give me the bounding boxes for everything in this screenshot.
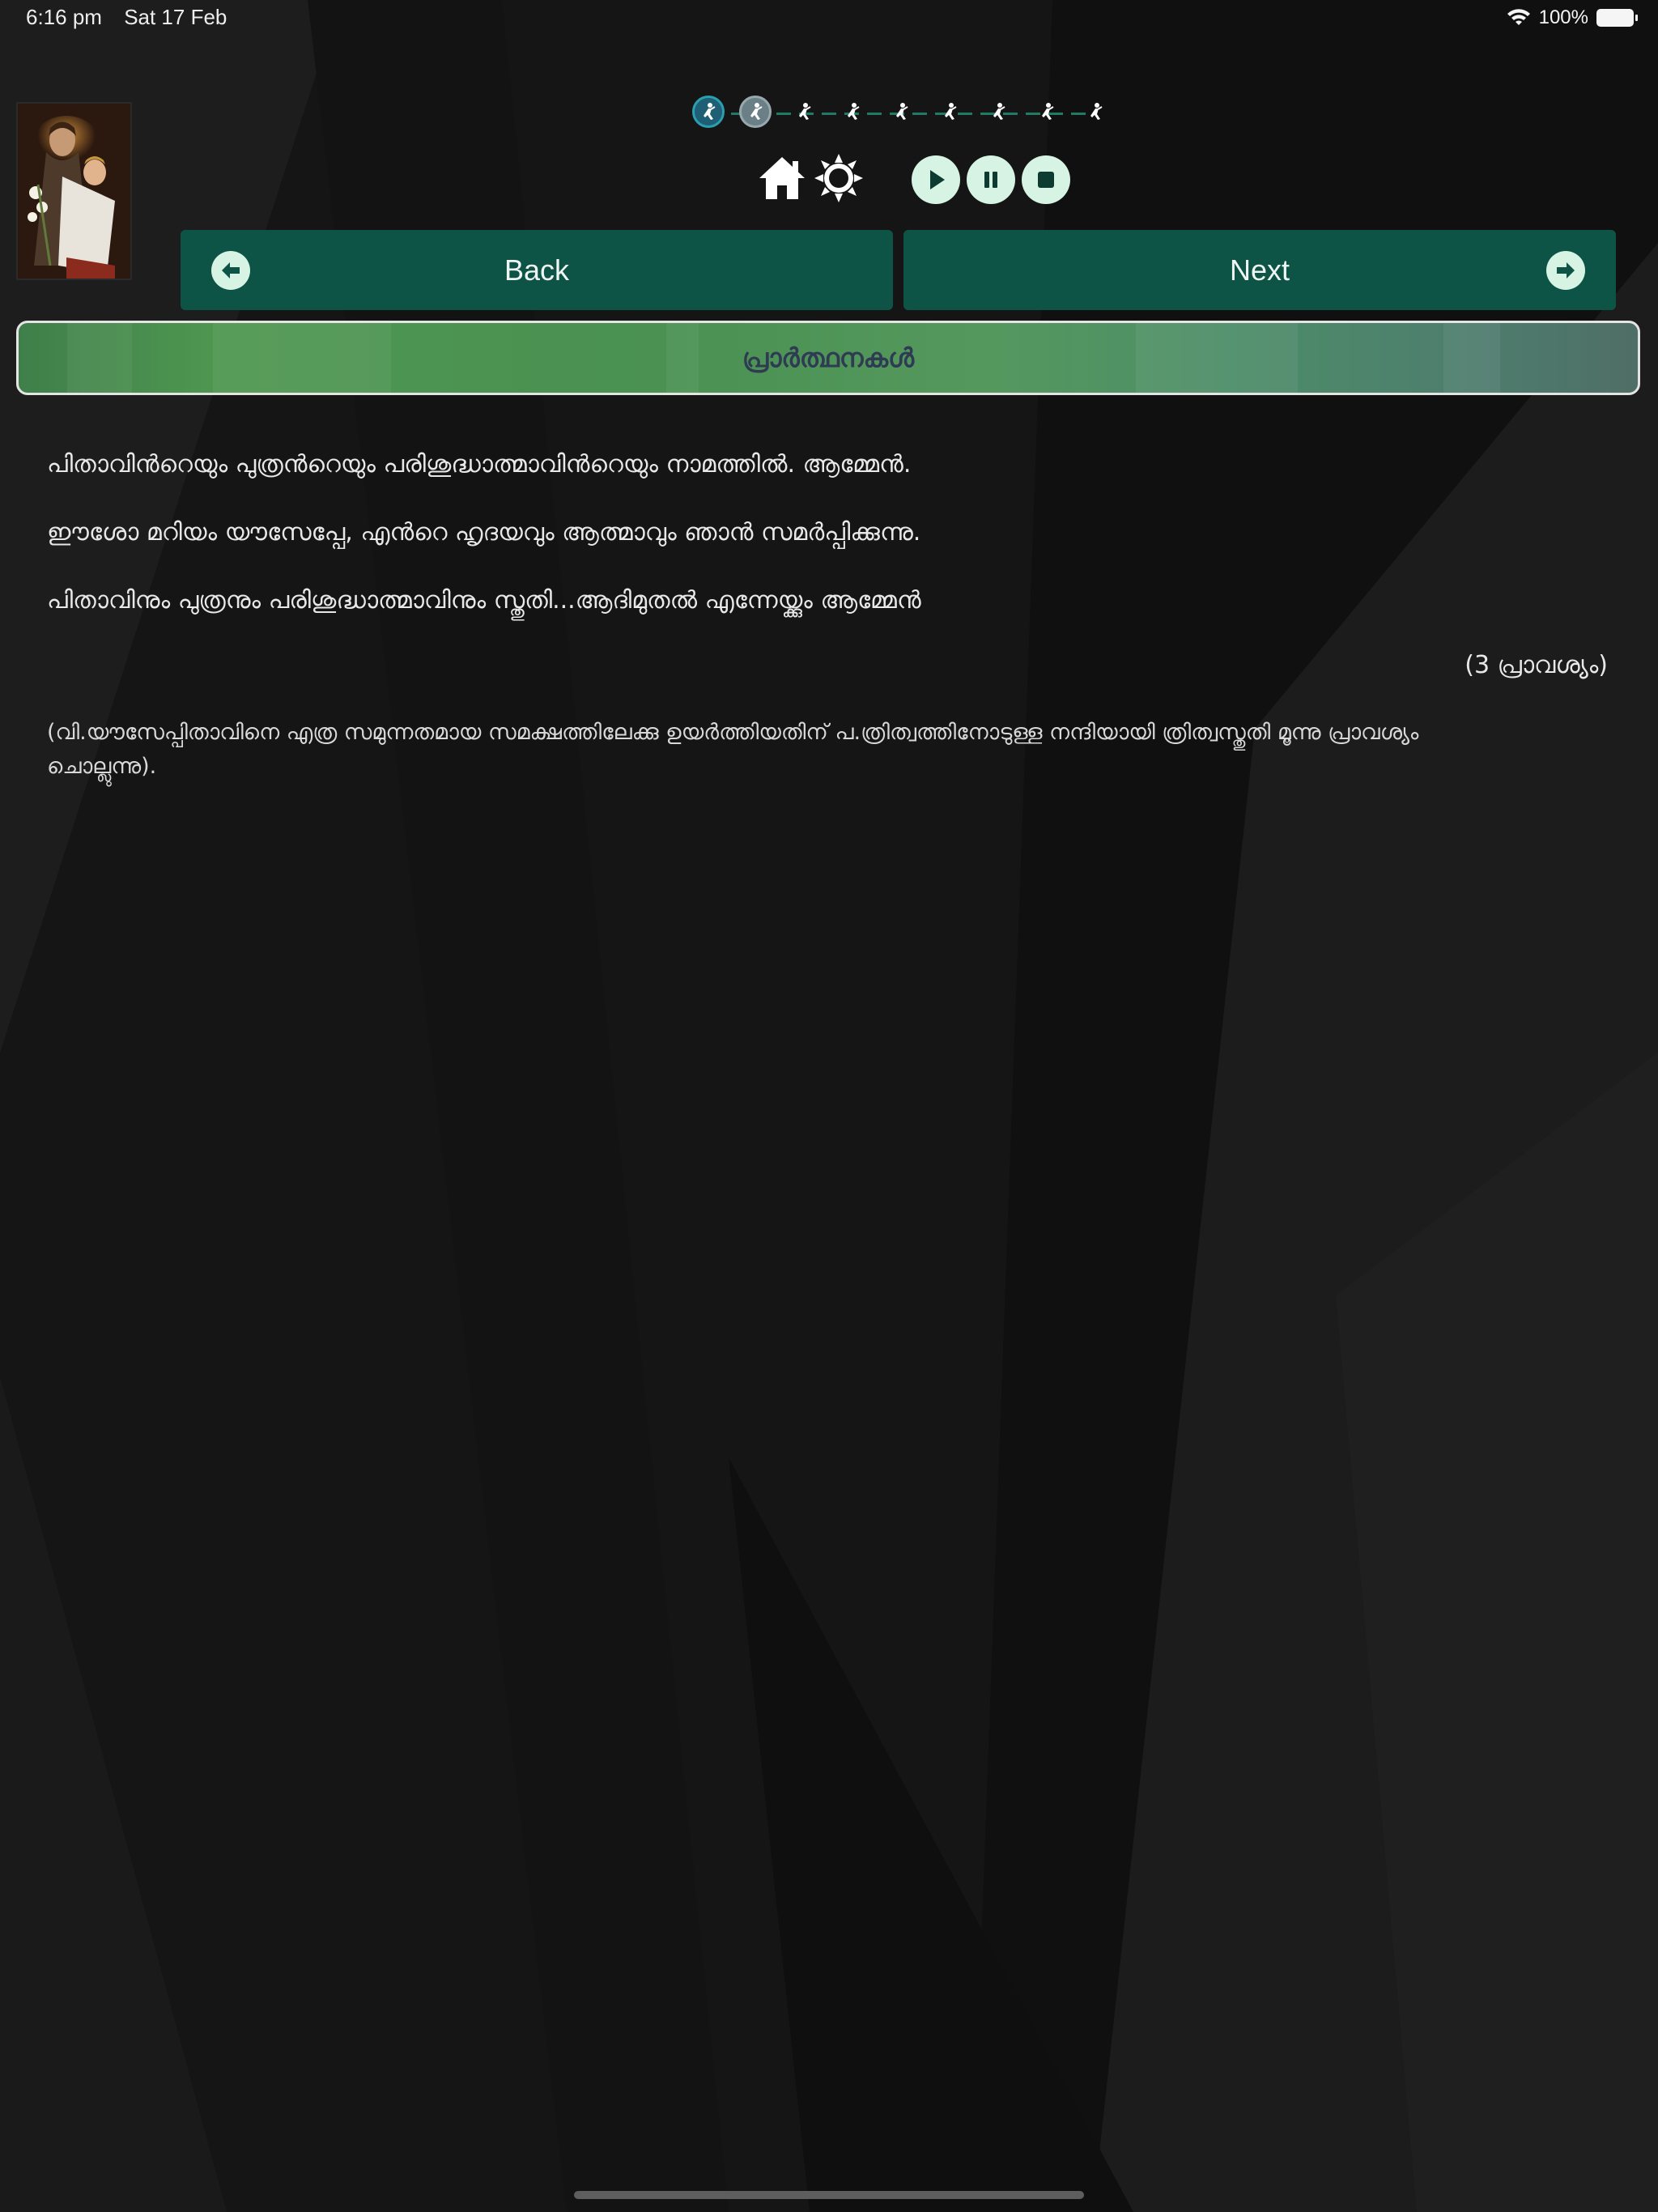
status-date: Sat 17 Feb [124, 5, 227, 29]
step-3[interactable] [788, 96, 820, 128]
play-icon [930, 170, 945, 189]
playback-controls [756, 152, 1072, 209]
kneeling-person-icon [799, 103, 811, 120]
step-1[interactable] [692, 96, 725, 128]
back-button[interactable]: Back [181, 230, 893, 310]
brightness-button[interactable] [813, 152, 865, 204]
next-button[interactable]: Next [903, 230, 1616, 310]
pause-button[interactable] [967, 155, 1015, 204]
step-9[interactable] [1079, 96, 1112, 128]
kneeling-person-icon [704, 103, 716, 120]
prayer-line-1: പിതാവിൻറെയും പുത്രൻറെയും പരിശുദ്ധാത്മാവി… [47, 450, 912, 479]
saint-joseph-image [16, 102, 132, 280]
kneeling-person-icon [1090, 103, 1103, 120]
kneeling-person-icon [750, 103, 763, 120]
prayer-line-2: ഈശോ മറിയം യൗസേപ്പേ, എൻറെ ഹൃദയവും ആത്മാവു… [47, 518, 921, 547]
kneeling-person-icon [993, 103, 1005, 120]
stop-button[interactable] [1022, 155, 1070, 204]
battery-percent: 100% [1538, 6, 1588, 28]
kneeling-person-icon [896, 103, 908, 120]
home-button[interactable] [756, 152, 808, 204]
prayer-line-3: പിതാവിനും പുത്രനും പരിശുദ്ധാത്മാവിനും സ്… [47, 586, 921, 615]
battery-icon [1596, 9, 1638, 27]
home-icon [759, 157, 805, 199]
stop-icon [1038, 172, 1054, 188]
pause-icon [984, 172, 997, 188]
section-title: പ്രാർത്ഥനകൾ [742, 342, 915, 373]
status-bar-left: 6:16 pm Sat 17 Feb [26, 5, 243, 30]
kneeling-person-icon [1042, 103, 1054, 120]
step-5[interactable] [885, 96, 917, 128]
kneeling-person-icon [945, 103, 957, 120]
step-2[interactable] [739, 96, 772, 128]
next-label: Next [1229, 253, 1290, 287]
status-time: 6:16 pm [26, 5, 102, 29]
section-header: പ്രാർത്ഥനകൾ [16, 321, 1640, 395]
wifi-icon [1507, 9, 1530, 25]
footnote-text: (വി.യൗസേപ്പിതാവിനെ എത്ര സമുന്നതമായ സമക്ഷ… [47, 720, 1419, 779]
repeat-count-note: (3 പ്രാവശ്യം) [1465, 651, 1608, 679]
step-6[interactable] [933, 96, 966, 128]
step-7[interactable] [982, 96, 1014, 128]
step-4[interactable] [836, 96, 869, 128]
brightness-icon [814, 154, 863, 202]
play-button[interactable] [912, 155, 960, 204]
progress-steps [692, 96, 1105, 131]
step-8[interactable] [1031, 96, 1063, 128]
back-label: Back [504, 253, 570, 287]
arrow-right-icon [1546, 251, 1585, 290]
status-bar-right: 100% [1507, 6, 1638, 29]
kneeling-person-icon [848, 103, 860, 120]
home-indicator[interactable] [574, 2191, 1084, 2199]
arrow-left-icon [211, 251, 250, 290]
